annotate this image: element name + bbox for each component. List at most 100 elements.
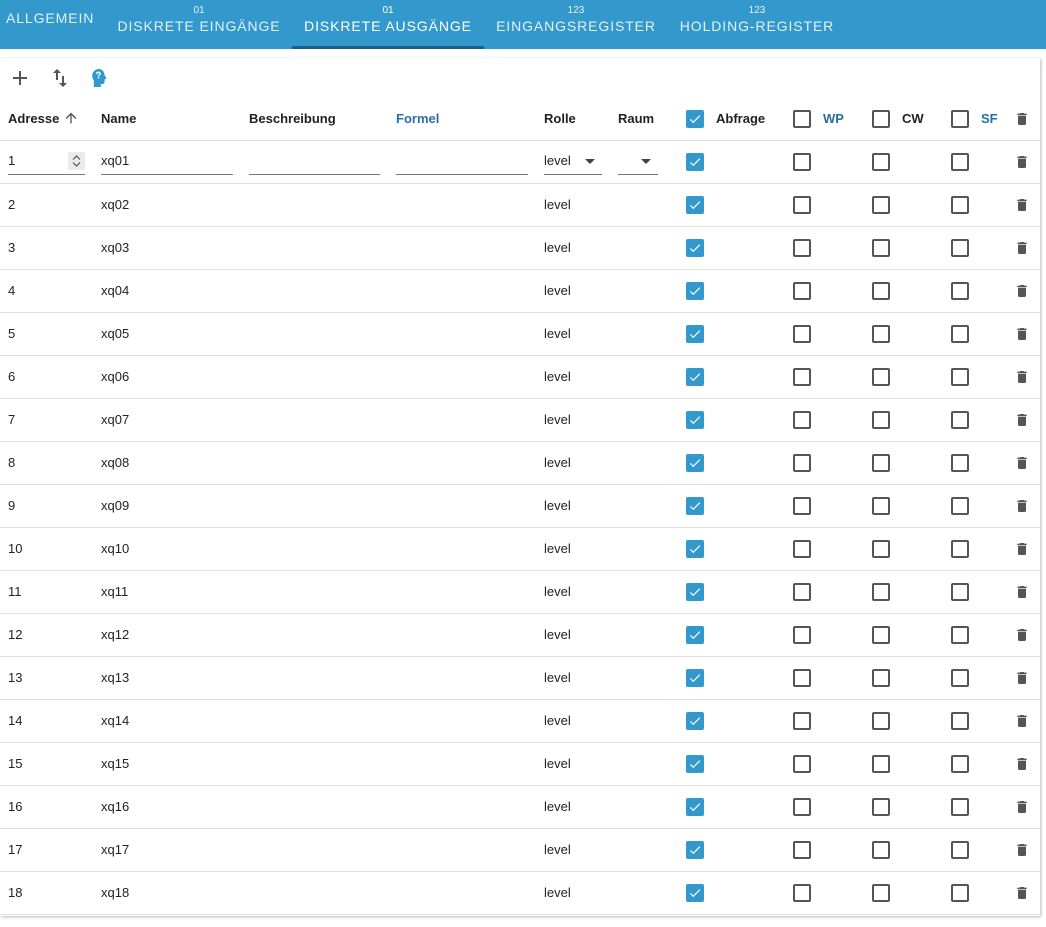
wp-checkbox[interactable] (793, 798, 811, 816)
delete-row-icon[interactable] (1014, 411, 1030, 429)
table-row[interactable]: 12 xq12 level (0, 614, 1040, 657)
add-row-button[interactable] (8, 66, 32, 90)
delete-row-icon[interactable] (1014, 540, 1030, 558)
wp-checkbox[interactable] (793, 325, 811, 343)
delete-row-icon[interactable] (1014, 239, 1030, 257)
sort-button[interactable] (48, 66, 72, 90)
table-row[interactable]: 15 xq15 level (0, 743, 1040, 786)
wp-checkbox[interactable] (793, 583, 811, 601)
wp-checkbox[interactable] (793, 153, 811, 171)
tab-diskrete-eingaenge[interactable]: 01 DISKRETE EINGÄNGE (106, 0, 292, 48)
sf-checkbox[interactable] (951, 798, 969, 816)
cw-checkbox[interactable] (872, 411, 890, 429)
delete-row-icon[interactable] (1014, 325, 1030, 343)
delete-row-icon[interactable] (1014, 282, 1030, 300)
name-input[interactable]: xq01 (101, 151, 233, 175)
abfrage-checkbox[interactable] (686, 755, 704, 773)
column-header-formel[interactable]: Formel (396, 111, 439, 126)
delete-row-icon[interactable] (1014, 841, 1030, 859)
tab-eingangsregister[interactable]: 123 EINGANGSREGISTER (484, 0, 668, 48)
cw-checkbox[interactable] (872, 153, 890, 171)
sf-checkbox[interactable] (951, 626, 969, 644)
table-row[interactable]: 6 xq06 level (0, 356, 1040, 399)
raum-select[interactable] (618, 151, 658, 175)
delete-row-icon[interactable] (1014, 368, 1030, 386)
delete-row-icon[interactable] (1014, 153, 1030, 171)
wp-checkbox[interactable] (793, 239, 811, 257)
rolle-select[interactable]: level (544, 151, 602, 175)
column-header-name[interactable]: Name (101, 111, 136, 126)
wp-checkbox[interactable] (793, 282, 811, 300)
table-row[interactable]: 7 xq07 level (0, 399, 1040, 442)
abfrage-checkbox[interactable] (686, 497, 704, 515)
wp-checkbox[interactable] (793, 669, 811, 687)
delete-row-icon[interactable] (1014, 798, 1030, 816)
wp-checkbox[interactable] (793, 841, 811, 859)
cw-checkbox[interactable] (872, 669, 890, 687)
adresse-input[interactable]: 1 (8, 151, 85, 175)
column-header-beschreibung[interactable]: Beschreibung (249, 111, 336, 126)
delete-row-icon[interactable] (1014, 712, 1030, 730)
table-row[interactable]: 14 xq14 level (0, 700, 1040, 743)
table-row[interactable]: 5 xq05 level (0, 313, 1040, 356)
delete-row-icon[interactable] (1014, 454, 1030, 472)
abfrage-checkbox[interactable] (686, 712, 704, 730)
wp-checkbox[interactable] (793, 368, 811, 386)
sf-checkbox[interactable] (951, 454, 969, 472)
table-row[interactable]: 16 xq16 level (0, 786, 1040, 829)
tab-allgemein[interactable]: ALLGEMEIN (0, 0, 96, 48)
cw-checkbox[interactable] (872, 239, 890, 257)
cw-checkbox[interactable] (872, 841, 890, 859)
sf-checkbox[interactable] (951, 153, 969, 171)
abfrage-checkbox[interactable] (686, 153, 704, 171)
sf-checkbox[interactable] (951, 196, 969, 214)
tab-diskrete-ausgaenge[interactable]: 01 DISKRETE AUSGÄNGE (292, 0, 484, 49)
abfrage-checkbox[interactable] (686, 540, 704, 558)
beschreibung-input[interactable] (249, 151, 380, 175)
cw-checkbox[interactable] (872, 196, 890, 214)
abfrage-checkbox[interactable] (686, 626, 704, 644)
table-row[interactable]: 18 xq18 level (0, 872, 1040, 915)
sf-checkbox[interactable] (951, 841, 969, 859)
formel-input[interactable] (396, 151, 528, 175)
cw-checkbox[interactable] (872, 497, 890, 515)
table-row[interactable]: 17 xq17 level (0, 829, 1040, 872)
column-header-wp[interactable]: WP (823, 111, 844, 126)
cw-checkbox[interactable] (872, 325, 890, 343)
delete-row-icon[interactable] (1014, 497, 1030, 515)
column-header-sf[interactable]: SF (981, 111, 998, 126)
abfrage-checkbox[interactable] (686, 454, 704, 472)
wp-checkbox[interactable] (793, 884, 811, 902)
select-all-wp-checkbox[interactable] (793, 110, 811, 128)
table-row[interactable]: 4 xq04 level (0, 270, 1040, 313)
wp-checkbox[interactable] (793, 454, 811, 472)
wp-checkbox[interactable] (793, 497, 811, 515)
sf-checkbox[interactable] (951, 540, 969, 558)
abfrage-checkbox[interactable] (686, 583, 704, 601)
sf-checkbox[interactable] (951, 884, 969, 902)
tab-holding-register[interactable]: 123 HOLDING-REGISTER (668, 0, 846, 48)
table-row[interactable]: 2 xq02 level (0, 184, 1040, 227)
delete-row-icon[interactable] (1014, 583, 1030, 601)
column-header-rolle[interactable]: Rolle (544, 111, 576, 126)
wp-checkbox[interactable] (793, 712, 811, 730)
sf-checkbox[interactable] (951, 712, 969, 730)
wp-checkbox[interactable] (793, 411, 811, 429)
sf-checkbox[interactable] (951, 583, 969, 601)
table-row[interactable]: 13 xq13 level (0, 657, 1040, 700)
sf-checkbox[interactable] (951, 282, 969, 300)
cw-checkbox[interactable] (872, 454, 890, 472)
sf-checkbox[interactable] (951, 411, 969, 429)
sf-checkbox[interactable] (951, 368, 969, 386)
cw-checkbox[interactable] (872, 282, 890, 300)
column-header-raum[interactable]: Raum (618, 111, 654, 126)
cw-checkbox[interactable] (872, 712, 890, 730)
column-header-abfrage[interactable]: Abfrage (716, 111, 765, 126)
table-row[interactable]: 11 xq11 level (0, 571, 1040, 614)
abfrage-checkbox[interactable] (686, 368, 704, 386)
table-row[interactable]: 9 xq09 level (0, 485, 1040, 528)
cw-checkbox[interactable] (872, 884, 890, 902)
wp-checkbox[interactable] (793, 196, 811, 214)
delete-row-icon[interactable] (1014, 626, 1030, 644)
sf-checkbox[interactable] (951, 325, 969, 343)
